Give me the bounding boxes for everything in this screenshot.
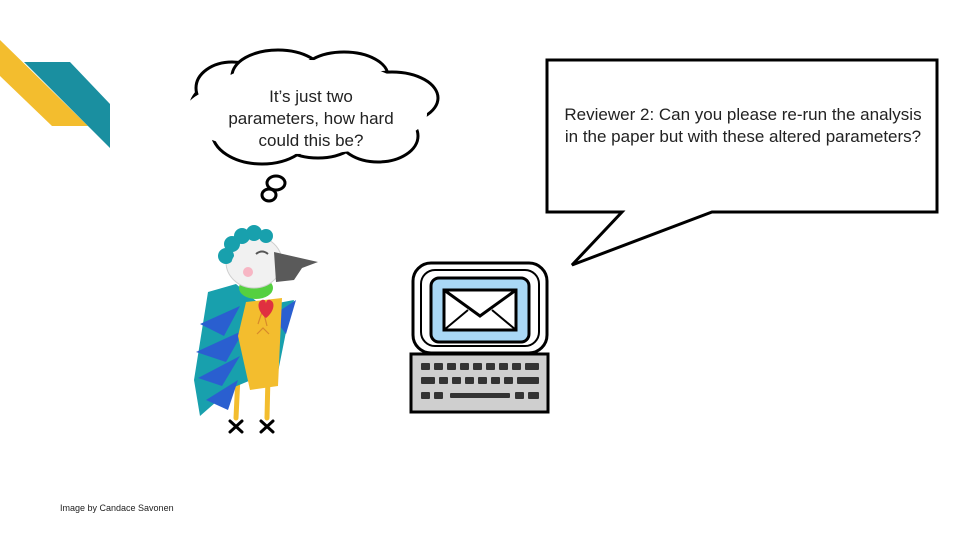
keyboard-icon [409, 352, 550, 414]
computer-icon [409, 261, 550, 414]
slide: It’s just two parameters, how hard could… [0, 0, 960, 540]
envelope-icon [442, 288, 518, 332]
image-credit: Image by Candace Savonen [60, 503, 174, 513]
